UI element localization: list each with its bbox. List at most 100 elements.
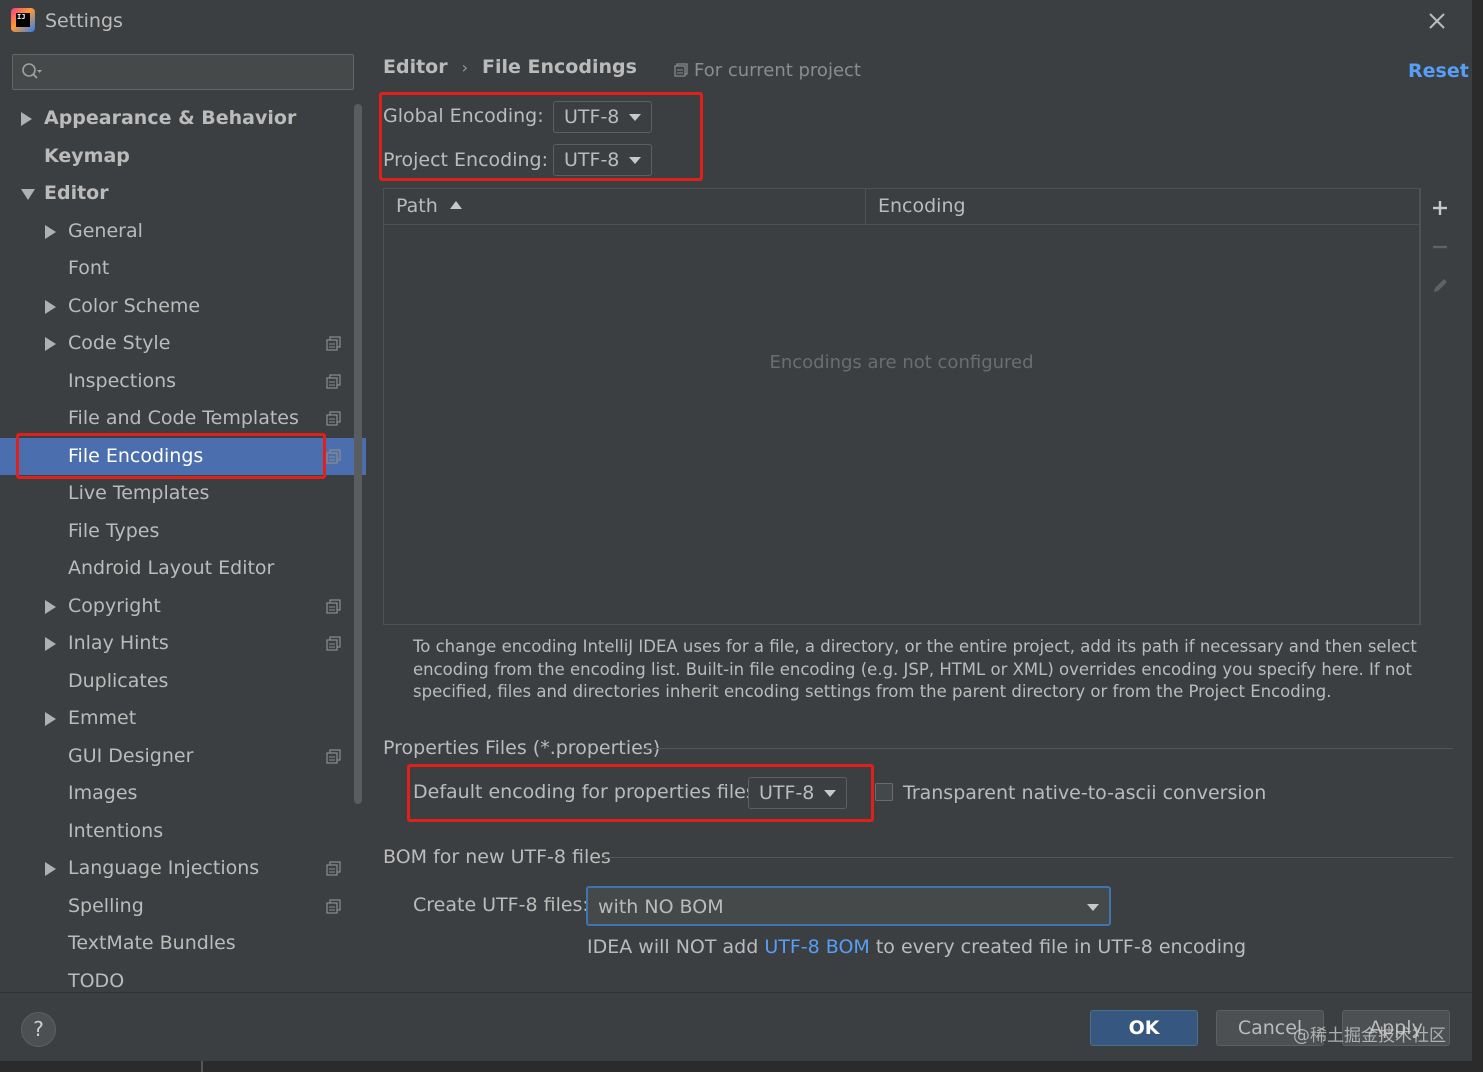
sort-ascending-icon bbox=[449, 201, 462, 209]
for-current-project-label: For current project bbox=[694, 60, 861, 81]
project-scope-icon bbox=[674, 63, 688, 77]
project-scope-icon bbox=[326, 598, 341, 614]
help-button[interactable]: ? bbox=[21, 1012, 56, 1047]
sidebar-item-file-and-code-templates[interactable]: File and Code Templates bbox=[0, 400, 366, 437]
project-scope-icon bbox=[326, 411, 341, 426]
sidebar-item-code-style[interactable]: Code Style bbox=[0, 325, 366, 362]
expand-right-icon[interactable] bbox=[21, 112, 32, 126]
sidebar-item-label: File Types bbox=[68, 519, 160, 542]
sidebar-item-spelling[interactable]: Spelling bbox=[0, 888, 366, 925]
properties-section-title: Properties Files (*.properties) bbox=[383, 737, 661, 759]
window-title: Settings bbox=[45, 10, 123, 32]
sidebar-item-color-scheme[interactable]: Color Scheme bbox=[0, 288, 366, 325]
path-encoding-table[interactable]: Path Encoding Encodings are not configur… bbox=[383, 188, 1420, 625]
table-empty-text: Encodings are not configured bbox=[769, 352, 1034, 373]
add-icon[interactable] bbox=[1430, 198, 1450, 218]
sidebar-item-label: Images bbox=[68, 782, 138, 804]
expand-right-icon[interactable] bbox=[45, 599, 56, 614]
close-icon[interactable] bbox=[1424, 8, 1450, 34]
sidebar-item-copyright[interactable]: Copyright bbox=[0, 588, 366, 625]
sidebar-item-label: Inlay Hints bbox=[68, 632, 169, 654]
project-scope-icon bbox=[326, 748, 341, 764]
sidebar-item-inlay-hints[interactable]: Inlay Hints bbox=[0, 625, 366, 662]
project-scope-icon bbox=[326, 861, 341, 876]
sidebar-item-appearance-behavior[interactable]: Appearance & Behavior bbox=[0, 100, 366, 137]
sidebar-item-label: Inspections bbox=[68, 369, 177, 392]
utf8-bom-link[interactable]: UTF-8 BOM bbox=[764, 936, 869, 958]
encoding-help-text: To change encoding IntelliJ IDEA uses fo… bbox=[413, 637, 1417, 701]
dialog-footer: ? OK Cancel Apply @稀土掘金技术社区 bbox=[0, 992, 1483, 1072]
sidebar-item-textmate-bundles[interactable]: TextMate Bundles bbox=[0, 925, 366, 962]
sidebar-item-live-templates[interactable]: Live Templates bbox=[0, 475, 366, 512]
expand-right-icon[interactable] bbox=[45, 637, 56, 651]
sidebar-item-label: File and Code Templates bbox=[68, 407, 299, 429]
watermark: @稀土掘金技术社区 bbox=[1293, 1026, 1446, 1046]
sidebar-item-label: Copyright bbox=[68, 594, 161, 617]
breadcrumb-file-encodings: File Encodings bbox=[482, 56, 637, 78]
sidebar-item-label: Emmet bbox=[68, 707, 137, 729]
sidebar-item-emmet[interactable]: Emmet bbox=[0, 700, 366, 737]
expand-right-icon[interactable] bbox=[45, 862, 56, 876]
sidebar-item-keymap[interactable]: Keymap bbox=[0, 138, 366, 175]
project-scope-icon bbox=[326, 336, 341, 351]
sidebar-item-general[interactable]: General bbox=[0, 213, 366, 250]
expand-right-icon[interactable] bbox=[45, 337, 56, 351]
sidebar-item-images[interactable]: Images bbox=[0, 775, 366, 812]
sidebar-item-editor[interactable]: Editor bbox=[0, 175, 366, 212]
sidebar-item-font[interactable]: Font bbox=[0, 250, 366, 287]
search-input[interactable] bbox=[12, 54, 354, 90]
sidebar-item-gui-designer[interactable]: GUI Designer bbox=[0, 738, 366, 775]
settings-sidebar: Appearance & Behavior Keymap Editor General… bbox=[0, 44, 366, 992]
for-current-project: For current project bbox=[674, 60, 861, 81]
create-utf8-select[interactable]: with NO BOM bbox=[586, 886, 1111, 926]
expand-right-icon[interactable] bbox=[45, 712, 56, 726]
sidebar-item-android-layout-editor[interactable]: Android Layout Editor bbox=[0, 550, 366, 587]
breadcrumb-editor[interactable]: Editor bbox=[383, 56, 448, 78]
sidebar-item-duplicates[interactable]: Duplicates bbox=[0, 663, 366, 700]
table-header: Path Encoding bbox=[384, 189, 1419, 225]
sidebar-item-label: Spelling bbox=[68, 894, 144, 917]
sidebar-item-label: Intentions bbox=[68, 819, 164, 842]
sidebar-item-label: Editor bbox=[44, 182, 109, 204]
sidebar-item-label: TextMate Bundles bbox=[68, 932, 236, 954]
column-divider[interactable] bbox=[865, 189, 866, 225]
sidebar-item-language-injections[interactable]: Language Injections bbox=[0, 850, 366, 887]
transparent-ascii-label[interactable]: Transparent native-to-ascii conversion bbox=[903, 782, 1266, 804]
ok-button[interactable]: OK bbox=[1090, 1010, 1198, 1046]
sidebar-item-label: Code Style bbox=[68, 332, 171, 354]
sidebar-item-label: Keymap bbox=[44, 144, 130, 167]
chevron-down-icon bbox=[1087, 904, 1099, 911]
sidebar-item-file-types[interactable]: File Types bbox=[0, 513, 366, 550]
table-toolbar bbox=[1420, 188, 1458, 625]
create-utf8-label: Create UTF-8 files: bbox=[413, 894, 589, 916]
section-divider bbox=[642, 748, 1453, 749]
expand-right-icon[interactable] bbox=[45, 224, 56, 239]
column-path-label: Path bbox=[396, 195, 438, 217]
sidebar-item-todo[interactable]: TODO bbox=[0, 963, 366, 993]
project-scope-icon bbox=[326, 636, 341, 651]
project-scope-icon bbox=[326, 898, 341, 914]
column-path[interactable]: Path bbox=[396, 195, 462, 217]
reset-link[interactable]: Reset bbox=[1408, 60, 1469, 82]
sidebar-item-inspections[interactable]: Inspections bbox=[0, 363, 366, 400]
highlight-file-encodings bbox=[16, 432, 326, 479]
sidebar-item-label: TODO bbox=[68, 969, 125, 992]
sidebar-item-label: GUI Designer bbox=[68, 744, 194, 767]
project-scope-icon bbox=[326, 448, 341, 464]
expand-down-icon[interactable] bbox=[21, 189, 35, 200]
sidebar-item-label: Color Scheme bbox=[68, 294, 201, 317]
column-encoding[interactable]: Encoding bbox=[878, 195, 966, 217]
window-bottom-edge bbox=[0, 1061, 1483, 1072]
intellij-app-icon: IJ bbox=[11, 8, 35, 32]
expand-right-icon[interactable] bbox=[45, 299, 56, 314]
transparent-ascii-checkbox[interactable] bbox=[875, 783, 893, 801]
sidebar-item-label: Duplicates bbox=[68, 669, 169, 692]
sidebar-item-label: Language Injections bbox=[68, 857, 260, 879]
remove-icon[interactable] bbox=[1430, 237, 1450, 257]
bom-section-title: BOM for new UTF-8 files bbox=[383, 846, 611, 868]
window-right-edge bbox=[1472, 0, 1483, 1072]
sidebar-scrollbar[interactable] bbox=[354, 104, 362, 804]
sidebar-item-intentions[interactable]: Intentions bbox=[0, 813, 366, 850]
breadcrumb: Editor › File Encodings bbox=[383, 56, 637, 78]
edit-icon[interactable] bbox=[1430, 276, 1450, 296]
